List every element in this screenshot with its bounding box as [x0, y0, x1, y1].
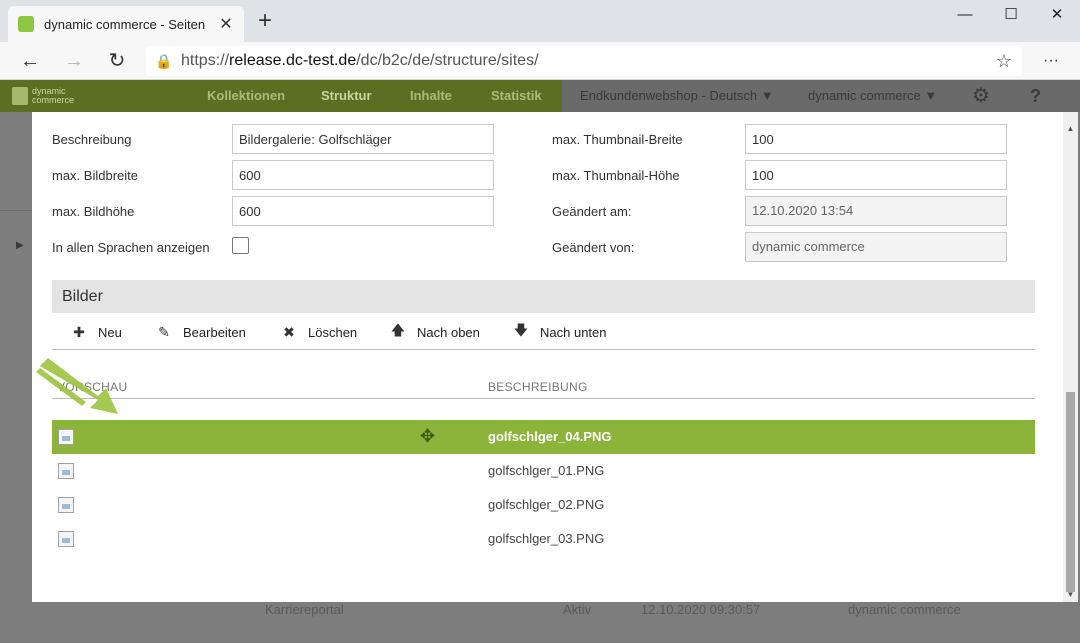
- annotation-arrow-icon: [36, 358, 118, 414]
- user-select[interactable]: dynamic commerce ▼: [808, 80, 937, 112]
- lock-icon: 🔒: [155, 52, 173, 69]
- close-icon: ✖: [283, 323, 295, 340]
- back-arrow-icon[interactable]: ←: [16, 47, 44, 75]
- thumb-height-field[interactable]: [745, 160, 1007, 190]
- browser-tab-bar: dynamic commerce - Seiten ✕ + — ☐ ✕: [0, 0, 1080, 42]
- table-header-divider: [52, 398, 1035, 399]
- url-text: https://release.dc-test.de/dc/b2c/de/str…: [181, 52, 539, 69]
- favicon-icon: [18, 16, 34, 32]
- minimize-icon[interactable]: —: [942, 0, 988, 32]
- column-header-description[interactable]: BESCHREIBUNG: [488, 380, 588, 394]
- arrow-up-icon: 🡅: [390, 322, 406, 338]
- scroll-up-icon[interactable]: ▲: [1063, 124, 1078, 133]
- label-modified-by: Geändert von:: [552, 240, 635, 255]
- bg-row-date: 12.10.2020 09:30:57: [641, 602, 761, 617]
- bg-row-status: Aktiv: [563, 602, 592, 617]
- new-button[interactable]: ✚ Neu: [70, 322, 122, 342]
- forward-arrow-icon[interactable]: →: [60, 47, 88, 75]
- broken-image-icon: [58, 429, 74, 445]
- label-max-height: max. Bildhöhe: [52, 204, 135, 219]
- description-field[interactable]: [232, 124, 494, 154]
- browser-tab[interactable]: dynamic commerce - Seiten ✕: [8, 6, 244, 42]
- delete-button[interactable]: ✖ Löschen: [280, 322, 357, 342]
- max-height-field[interactable]: [232, 196, 494, 226]
- bg-row-user: dynamic commerce: [848, 602, 961, 617]
- row-description: golfschlger_04.PNG: [488, 429, 612, 444]
- scroll-down-icon[interactable]: ▼: [1063, 590, 1078, 599]
- scrollbar-thumb[interactable]: [1066, 392, 1075, 592]
- broken-image-icon: [58, 531, 74, 547]
- table-row[interactable]: golfschlger_03.PNG: [52, 522, 1035, 556]
- arrow-down-icon: 🡇: [513, 322, 529, 338]
- browser-nav-bar: ← → ↻ 🔒 https://release.dc-test.de/dc/b2…: [0, 42, 1080, 80]
- all-languages-checkbox[interactable]: [232, 237, 249, 254]
- modified-at-field: 12.10.2020 13:54: [745, 196, 1007, 226]
- bg-row-name: Karriereportal: [265, 602, 344, 617]
- section-title: Bilder: [62, 288, 103, 305]
- new-tab-button[interactable]: +: [254, 9, 276, 33]
- divider: [0, 210, 32, 211]
- move-down-button[interactable]: 🡇 Nach unten: [512, 322, 607, 342]
- move-up-button[interactable]: 🡅 Nach oben: [389, 322, 480, 342]
- help-icon[interactable]: ?: [1030, 80, 1041, 112]
- dialog-scrollbar[interactable]: ▲ ▼: [1063, 112, 1078, 602]
- close-window-icon[interactable]: ✕: [1034, 0, 1080, 32]
- expand-caret-icon: ▶: [16, 240, 24, 251]
- menu-collections[interactable]: Kollektionen: [207, 80, 285, 112]
- label-modified-at: Geändert am:: [552, 204, 632, 219]
- menu-structure[interactable]: Struktur: [321, 80, 372, 112]
- shop-select[interactable]: Endkundenwebshop - Deutsch ▼: [580, 80, 774, 112]
- tab-title: dynamic commerce - Seiten: [44, 16, 206, 32]
- more-menu-button[interactable]: ···: [1037, 47, 1065, 75]
- broken-image-icon: [58, 463, 74, 479]
- label-thumb-width: max. Thumbnail-Breite: [552, 132, 683, 147]
- plus-icon: ✚: [73, 323, 85, 340]
- app-logo[interactable]: dynamic commerce: [12, 86, 74, 106]
- maximize-icon[interactable]: ☐: [988, 0, 1034, 32]
- table-row[interactable]: golfschlger_01.PNG: [52, 454, 1035, 488]
- thumb-width-field[interactable]: [745, 124, 1007, 154]
- chevron-down-icon: ▼: [760, 88, 774, 103]
- menu-content[interactable]: Inhalte: [410, 80, 452, 112]
- pencil-icon: ✎: [158, 323, 170, 340]
- gear-icon[interactable]: ⚙: [972, 80, 990, 112]
- broken-image-icon: [58, 497, 74, 513]
- drag-move-icon[interactable]: ✥: [420, 426, 435, 447]
- label-all-languages: In allen Sprachen anzeigen: [52, 240, 210, 255]
- section-header-images: Bilder: [52, 280, 1035, 313]
- chevron-down-icon: ▼: [924, 88, 938, 103]
- row-description: golfschlger_01.PNG: [488, 463, 605, 478]
- table-row[interactable]: ✥ golfschlger_04.PNG: [52, 420, 1035, 454]
- row-description: golfschlger_02.PNG: [488, 497, 605, 512]
- label-max-width: max. Bildbreite: [52, 168, 138, 183]
- close-tab-icon[interactable]: ✕: [218, 14, 234, 34]
- reload-icon[interactable]: ↻: [103, 47, 131, 75]
- toolbar-divider: [52, 349, 1035, 350]
- row-description: golfschlger_03.PNG: [488, 531, 605, 546]
- favorite-star-icon[interactable]: ☆: [987, 51, 1021, 72]
- table-row[interactable]: golfschlger_02.PNG: [52, 488, 1035, 522]
- edit-button[interactable]: ✎ Bearbeiten: [155, 322, 246, 342]
- logo-mark-icon: [12, 87, 28, 105]
- app-header: dynamic commerce Kollektionen Struktur In…: [0, 80, 1080, 112]
- modified-by-field: dynamic commerce: [745, 232, 1007, 262]
- label-thumb-height: max. Thumbnail-Höhe: [552, 168, 680, 183]
- label-description: Beschreibung: [52, 132, 132, 147]
- address-bar[interactable]: 🔒 https://release.dc-test.de/dc/b2c/de/s…: [146, 46, 1022, 76]
- menu-statistics[interactable]: Statistik: [491, 80, 542, 112]
- max-width-field[interactable]: [232, 160, 494, 190]
